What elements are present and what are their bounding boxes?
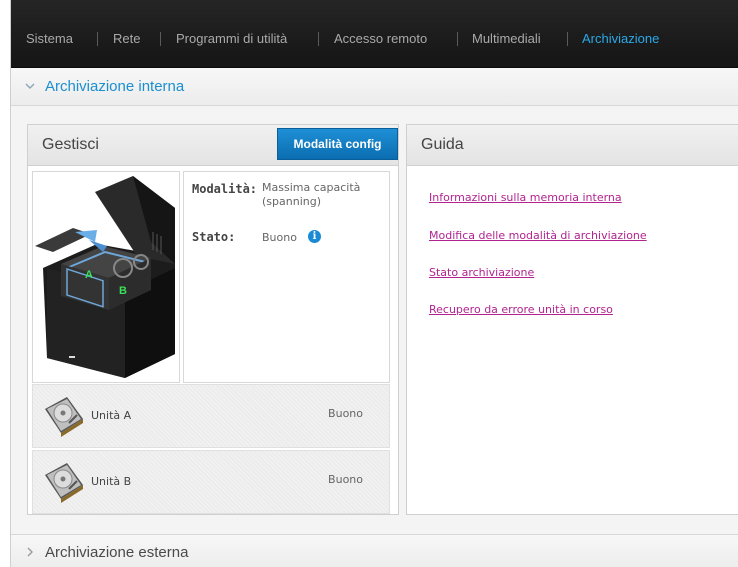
drive-status: Buono [328,473,363,486]
help-link-drive-recovery[interactable]: Recupero da errore unità in corso [429,303,613,316]
manage-panel: Gestisci Modalità config A B Modalità: M… [27,124,399,515]
drive-row-a: Unità A Buono [32,384,390,448]
manage-panel-header: Gestisci Modalità config [28,125,398,166]
nav-item-accesso-remoto[interactable]: Accesso remoto [334,31,427,46]
nav-item-sistema[interactable]: Sistema [26,31,73,46]
help-link-storage-status[interactable]: Stato archiviazione [429,266,534,279]
manage-panel-title: Gestisci [42,136,99,153]
top-navigation: Sistema Rete Programmi di utilità Access… [11,0,738,68]
nas-device-illustration: A B [35,176,175,378]
hard-drive-icon [45,397,83,437]
nav-divider [97,32,98,46]
section-title-external: Archiviazione esterna [45,544,189,561]
nav-divider [318,32,319,46]
nav-item-multimediali[interactable]: Multimediali [472,31,541,46]
nav-item-programmi-di-utilita[interactable]: Programmi di utilità [176,31,287,46]
drive-name: Unità B [91,475,132,488]
help-link-storage-modes[interactable]: Modifica delle modalità di archiviazione [429,229,647,242]
drive-row-b: Unità B Buono [32,450,390,514]
section-internal-storage-header[interactable]: Archiviazione interna [11,68,738,106]
info-icon[interactable]: i [308,230,321,243]
storage-info: Modalità: Massima capacità (spanning) St… [183,171,390,383]
mode-value: Massima capacità (spanning) [262,181,361,208]
section-title-internal: Archiviazione interna [45,78,185,95]
help-link-internal-memory[interactable]: Informazioni sulla memoria interna [429,191,622,204]
app-frame: Sistema Rete Programmi di utilità Access… [10,0,738,567]
drive-bay-label-a: A [85,269,93,281]
drive-name: Unità A [91,409,132,422]
nav-divider [160,32,161,46]
guide-panel-header: Guida [407,125,738,166]
nav-divider [567,32,568,46]
chevron-down-icon [25,81,35,91]
hard-drive-icon [45,463,83,503]
section-external-storage-header[interactable]: Archiviazione esterna [11,534,738,567]
nav-item-archiviazione[interactable]: Archiviazione [582,31,659,46]
drive-status: Buono [328,407,363,420]
mode-label: Modalità: [192,182,258,196]
chevron-right-icon [25,547,35,557]
status-label: Stato: [192,230,236,244]
config-mode-button[interactable]: Modalità config [277,128,398,160]
nav-divider [457,32,458,46]
nav-item-rete[interactable]: Rete [113,31,140,46]
device-image: A B [32,171,180,383]
status-value: Buono [262,231,297,244]
guide-panel: Guida Informazioni sulla memoria interna… [406,124,738,515]
drive-bay-label-b: B [119,285,127,297]
guide-panel-title: Guida [421,136,464,153]
